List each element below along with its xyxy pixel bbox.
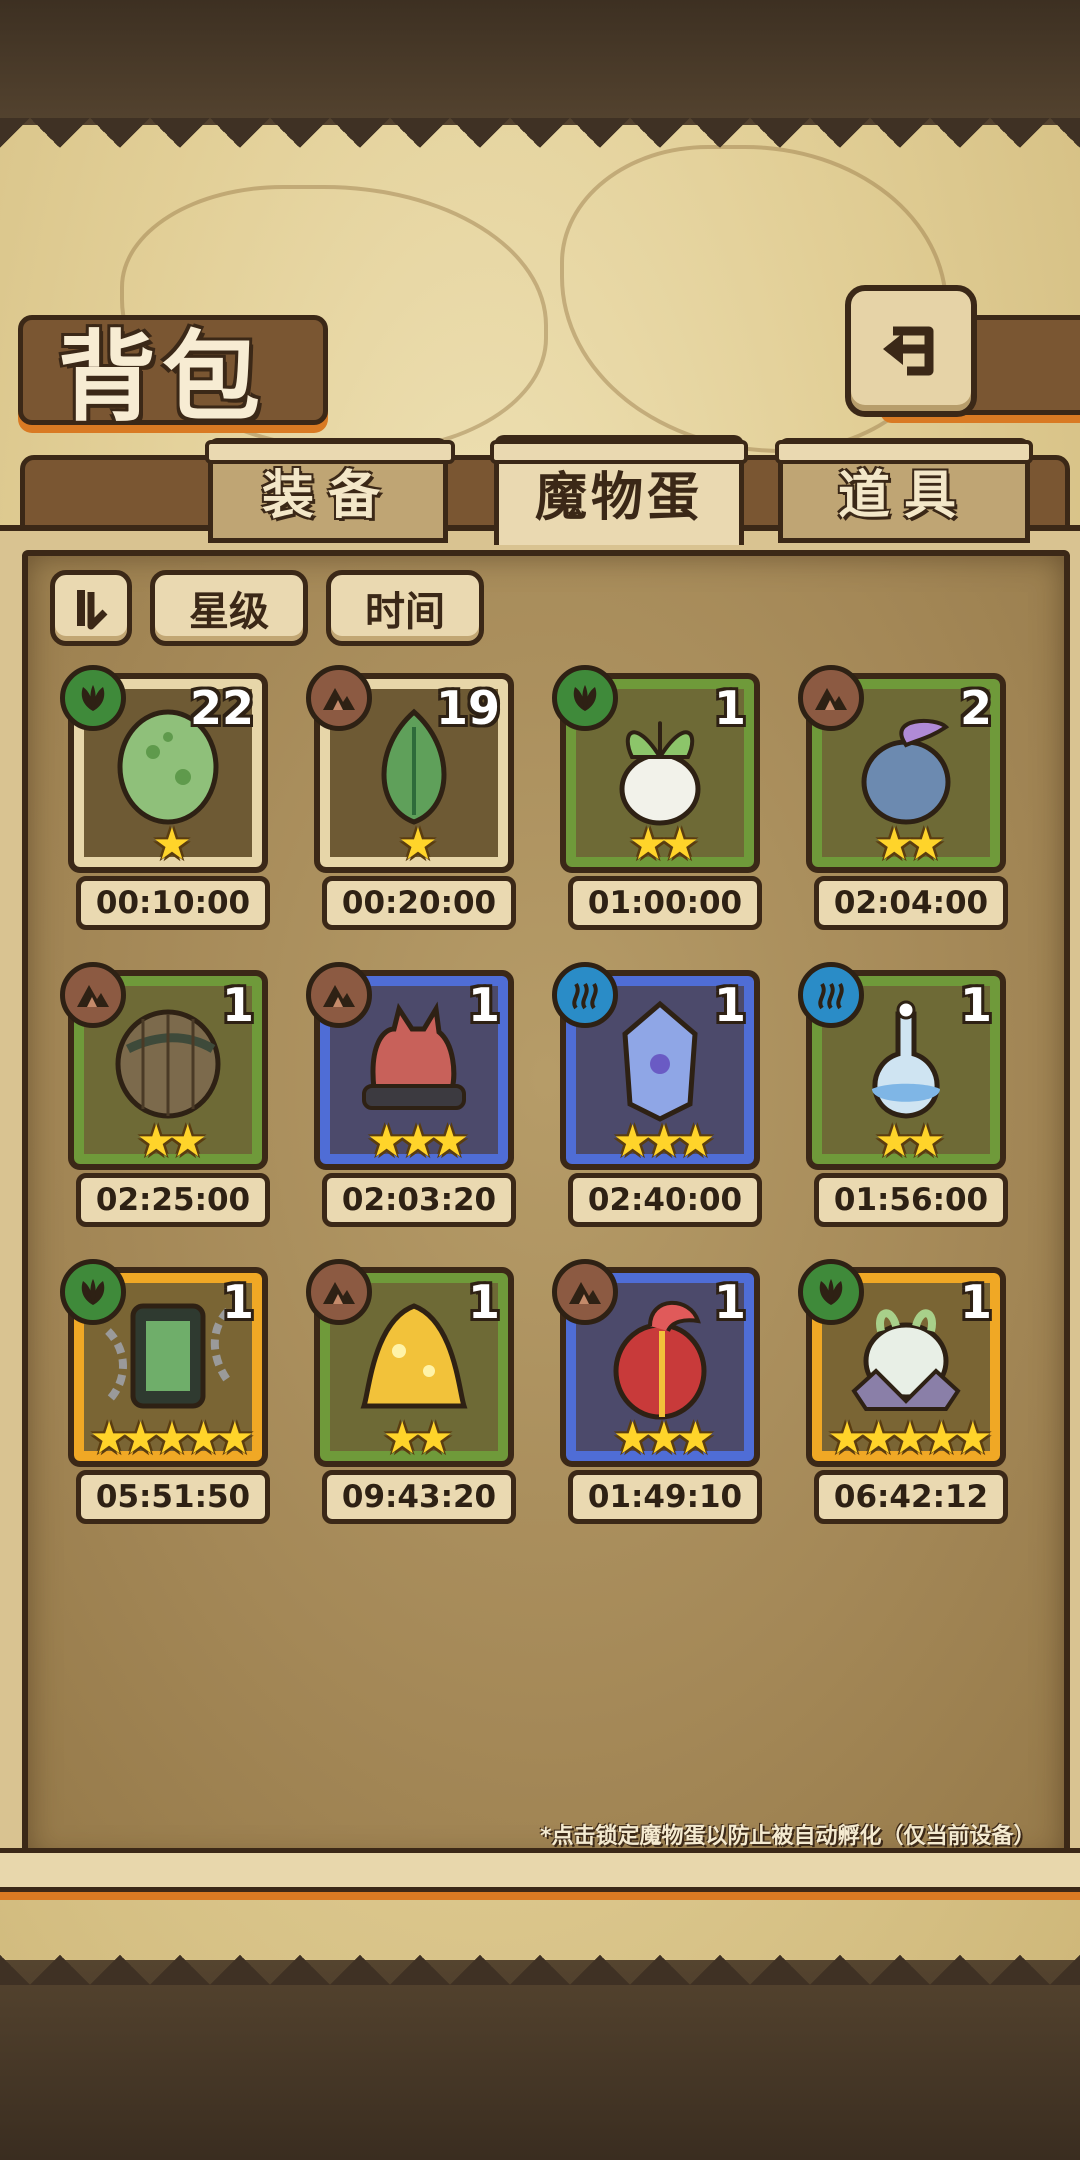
hatch-timer: 02:03:20 <box>322 1173 516 1227</box>
back-button[interactable] <box>845 285 977 417</box>
hatch-timer: 00:10:00 <box>76 876 270 930</box>
earth-element-icon <box>306 665 372 731</box>
egg-count: 1 <box>467 1275 500 1329</box>
earth-element-icon <box>798 665 864 731</box>
earth-element-icon <box>306 1259 372 1325</box>
egg-count: 1 <box>959 978 992 1032</box>
hatch-timer: 01:00:00 <box>568 876 762 930</box>
sort-by-star-button[interactable]: 星级 <box>150 570 308 646</box>
grass-element-icon <box>60 665 126 731</box>
egg-count: 1 <box>221 1275 254 1329</box>
sort-order-button[interactable] <box>50 570 132 646</box>
earth-element-icon <box>60 962 126 1028</box>
egg-card[interactable]: 1 ★★★ <box>552 962 760 1170</box>
egg-count: 2 <box>959 681 992 735</box>
egg-count: 1 <box>713 1275 746 1329</box>
sort-by-time-label: 时间 <box>365 589 445 635</box>
water-element-icon <box>798 962 864 1028</box>
zigzag-top-border <box>0 118 1080 178</box>
star-rating: ★ <box>398 819 437 870</box>
hatch-timer: 06:42:12 <box>814 1470 1008 1524</box>
egg-card[interactable]: 1 ★★ <box>798 962 1006 1170</box>
sort-by-time-button[interactable]: 时间 <box>326 570 484 646</box>
star-rating: ★★★ <box>612 1413 715 1464</box>
top-band <box>0 0 1080 125</box>
star-rating: ★★ <box>628 819 700 870</box>
star-rating: ★ <box>152 819 191 870</box>
star-rating: ★★★ <box>366 1116 469 1167</box>
egg-card[interactable]: 1 ★★ <box>306 1259 514 1467</box>
egg-card[interactable]: 1 ★★★ <box>552 1259 760 1467</box>
star-rating: ★★★ <box>612 1116 715 1167</box>
tab-label: 装备 <box>261 466 394 526</box>
egg-count: 22 <box>189 681 254 735</box>
egg-card[interactable]: 1 ★★★★★ <box>798 1259 1006 1467</box>
earth-element-icon <box>552 1259 618 1325</box>
hatch-timer: 00:20:00 <box>322 876 516 930</box>
egg-card[interactable]: 1 ★★★★★ <box>60 1259 268 1467</box>
egg-count: 19 <box>435 681 500 735</box>
hatch-timer: 05:51:50 <box>76 1470 270 1524</box>
panel-bottom-rail <box>0 1848 1080 1892</box>
grass-element-icon <box>798 1259 864 1325</box>
egg-card[interactable]: 2 ★★ <box>798 665 1006 873</box>
hatch-timer: 01:56:00 <box>814 1173 1008 1227</box>
grass-element-icon <box>60 1259 126 1325</box>
tab-label: 道具 <box>837 466 970 526</box>
egg-count: 1 <box>959 1275 992 1329</box>
egg-card[interactable]: 22 ★ <box>60 665 268 873</box>
star-rating: ★★ <box>382 1413 454 1464</box>
sort-by-star-label: 星级 <box>189 589 269 635</box>
return-arrow-icon <box>883 326 934 376</box>
bottom-band <box>0 1960 1080 2160</box>
star-rating: ★★ <box>874 1116 946 1167</box>
star-rating: ★★ <box>136 1116 208 1167</box>
star-rating: ★★★★★ <box>827 1413 992 1464</box>
egg-card[interactable]: 1 ★★ <box>60 962 268 1170</box>
egg-count: 1 <box>467 978 500 1032</box>
hatch-timer: 09:43:20 <box>322 1470 516 1524</box>
egg-card[interactable]: 1 ★★★ <box>306 962 514 1170</box>
sort-order-icon <box>77 590 108 630</box>
hatch-timer: 02:04:00 <box>814 876 1008 930</box>
lock-hint-text: *点击锁定魔物蛋以防止被自动孵化（仅当前设备） <box>540 1824 1036 1849</box>
zigzag-bottom-border <box>0 1925 1080 1985</box>
star-rating: ★★★★★ <box>89 1413 254 1464</box>
egg-card[interactable]: 19 ★ <box>306 665 514 873</box>
egg-count: 1 <box>713 681 746 735</box>
tab-label: 魔物蛋 <box>534 468 703 528</box>
tab-cap <box>205 440 455 464</box>
tab-cap <box>775 440 1033 464</box>
hatch-timer: 02:40:00 <box>568 1173 762 1227</box>
hatch-timer: 02:25:00 <box>76 1173 270 1227</box>
hatch-timer: 01:49:10 <box>568 1470 762 1524</box>
page-title: 背包 <box>58 320 267 435</box>
star-rating: ★★ <box>874 819 946 870</box>
earth-element-icon <box>306 962 372 1028</box>
grass-element-icon <box>552 665 618 731</box>
egg-card[interactable]: 1 ★★ <box>552 665 760 873</box>
water-element-icon <box>552 962 618 1028</box>
tab-cap <box>490 440 748 464</box>
egg-count: 1 <box>221 978 254 1032</box>
egg-count: 1 <box>713 978 746 1032</box>
